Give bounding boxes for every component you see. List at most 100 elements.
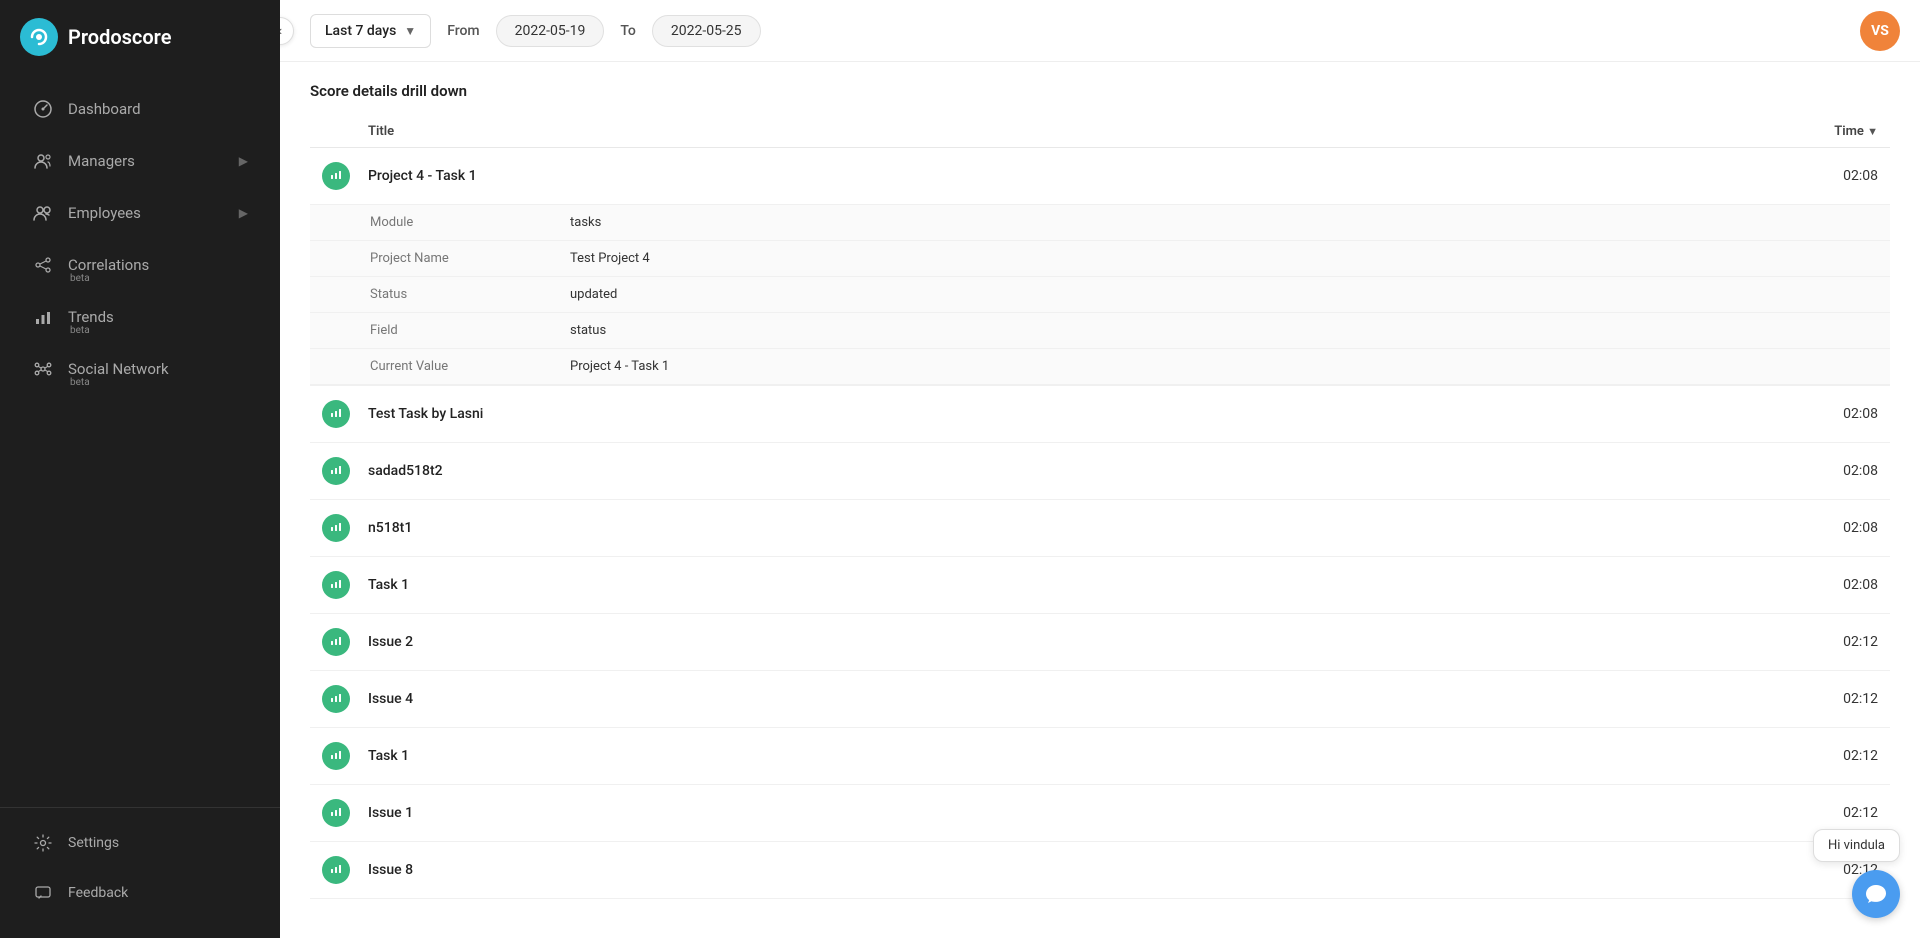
score-table: Title Time ▼ xyxy=(310,116,1890,899)
task-icon xyxy=(322,856,350,884)
sidebar-item-settings-label: Settings xyxy=(68,835,119,851)
task-icon xyxy=(322,400,350,428)
sidebar-item-dashboard-label: Dashboard xyxy=(68,100,141,118)
sidebar: Prodoscore Dashboard xyxy=(0,0,280,938)
detail-value: Test Project 4 xyxy=(510,241,1890,277)
sidebar-item-trends[interactable]: Trends beta xyxy=(8,292,272,342)
sidebar-item-trends-label: Trends xyxy=(68,308,114,326)
user-initials: VS xyxy=(1871,23,1889,39)
table-row[interactable]: n518t1 02:08 xyxy=(310,500,1890,557)
task-icon xyxy=(322,162,350,190)
row-time: 02:08 xyxy=(1388,443,1890,500)
sidebar-nav: Dashboard Managers ▶ xyxy=(0,74,280,807)
row-time: 02:12 xyxy=(1388,728,1890,785)
task-icon xyxy=(322,742,350,770)
task-icon xyxy=(322,457,350,485)
content-area: Score details drill down Title Time ▼ xyxy=(280,62,1920,938)
sidebar-item-employees[interactable]: Employees ▶ xyxy=(8,188,272,238)
task-icon xyxy=(322,628,350,656)
col-time-label: Time xyxy=(1834,124,1864,139)
row-title: Issue 8 xyxy=(356,842,1388,899)
col-title-header: Title xyxy=(356,116,1388,148)
detail-label: Status xyxy=(310,277,510,313)
from-label: From xyxy=(447,23,479,39)
row-title: n518t1 xyxy=(356,500,1388,557)
chat-widget: Hi vindula xyxy=(1813,829,1900,918)
sidebar-item-social-network[interactable]: Social Network beta xyxy=(8,344,272,394)
topbar: ‹ Last 7 days ▼ From 2022-05-19 To 2022-… xyxy=(280,0,1920,62)
topbar-right: VS xyxy=(1860,11,1900,51)
detail-value: tasks xyxy=(510,205,1890,241)
date-range-label: Last 7 days xyxy=(325,23,396,39)
prodoscore-logo-icon xyxy=(20,18,58,56)
row-title: Issue 1 xyxy=(356,785,1388,842)
from-date-value: 2022-05-19 xyxy=(515,23,586,39)
table-header: Title Time ▼ xyxy=(310,116,1890,148)
col-title-label: Title xyxy=(368,124,394,139)
row-title: Project 4 - Task 1 xyxy=(356,148,1388,205)
sidebar-item-social-network-label: Social Network xyxy=(68,360,169,378)
detail-item: Current Value Project 4 - Task 1 xyxy=(310,349,1890,385)
row-title: sadad518t2 xyxy=(356,443,1388,500)
table-row[interactable]: Test Task by Lasni 02:08 xyxy=(310,386,1890,443)
row-icon-cell xyxy=(310,671,356,728)
row-icon-cell xyxy=(310,148,356,205)
detail-label: Field xyxy=(310,313,510,349)
date-range-chevron-icon: ▼ xyxy=(404,24,416,38)
table-row[interactable]: Task 1 02:12 xyxy=(310,728,1890,785)
col-time-header: Time ▼ xyxy=(1388,116,1890,148)
chat-button[interactable] xyxy=(1852,870,1900,918)
sidebar-item-managers-label: Managers xyxy=(68,152,135,170)
trends-beta-label: beta xyxy=(70,325,90,336)
managers-arrow-icon: ▶ xyxy=(239,154,248,168)
settings-icon xyxy=(32,832,54,854)
time-sort-icon: ▼ xyxy=(1867,125,1878,138)
table-row[interactable]: sadad518t2 02:08 xyxy=(310,443,1890,500)
user-avatar[interactable]: VS xyxy=(1860,11,1900,51)
to-date-picker[interactable]: 2022-05-25 xyxy=(652,15,761,47)
date-range-selector[interactable]: Last 7 days ▼ xyxy=(310,14,431,48)
detail-item: Status updated xyxy=(310,277,1890,313)
row-time: 02:08 xyxy=(1388,557,1890,614)
detail-label: Module xyxy=(310,205,510,241)
drill-down-title: Score details drill down xyxy=(310,82,1890,100)
table-row[interactable]: Issue 4 02:12 xyxy=(310,671,1890,728)
row-icon-cell xyxy=(310,500,356,557)
row-time: 02:08 xyxy=(1388,386,1890,443)
row-time: 02:08 xyxy=(1388,148,1890,205)
table-detail-row: Module tasks Project Name Test Project 4… xyxy=(310,205,1890,386)
row-icon-cell xyxy=(310,785,356,842)
sidebar-collapse-button[interactable]: ‹ xyxy=(280,17,294,45)
correlations-icon xyxy=(32,254,54,276)
table-row[interactable]: Task 1 02:08 xyxy=(310,557,1890,614)
chat-bubble: Hi vindula xyxy=(1813,829,1900,862)
social-network-beta-label: beta xyxy=(70,377,90,388)
sidebar-item-correlations[interactable]: Correlations beta xyxy=(8,240,272,290)
from-date-picker[interactable]: 2022-05-19 xyxy=(496,15,605,47)
detail-label: Current Value xyxy=(310,349,510,385)
sidebar-item-feedback[interactable]: Feedback xyxy=(8,868,272,918)
sidebar-item-dashboard[interactable]: Dashboard xyxy=(8,84,272,134)
sidebar-item-settings[interactable]: Settings xyxy=(8,818,272,868)
row-title: Task 1 xyxy=(356,557,1388,614)
main-area: ‹ Last 7 days ▼ From 2022-05-19 To 2022-… xyxy=(280,0,1920,938)
managers-icon xyxy=(32,150,54,172)
row-title: Issue 4 xyxy=(356,671,1388,728)
table-row[interactable]: Issue 1 02:12 xyxy=(310,785,1890,842)
row-icon-cell xyxy=(310,386,356,443)
row-time: 02:12 xyxy=(1388,614,1890,671)
task-icon xyxy=(322,514,350,542)
row-icon-cell xyxy=(310,728,356,785)
detail-item: Field status xyxy=(310,313,1890,349)
table-row[interactable]: Project 4 - Task 1 02:08 xyxy=(310,148,1890,205)
task-icon xyxy=(322,799,350,827)
table-row[interactable]: Issue 8 02:12 xyxy=(310,842,1890,899)
table-row[interactable]: Issue 2 02:12 xyxy=(310,614,1890,671)
row-icon-cell xyxy=(310,557,356,614)
task-icon xyxy=(322,571,350,599)
employees-arrow-icon: ▶ xyxy=(239,206,248,220)
row-icon-cell xyxy=(310,842,356,899)
row-icon-cell xyxy=(310,443,356,500)
sidebar-item-managers[interactable]: Managers ▶ xyxy=(8,136,272,186)
dashboard-icon xyxy=(32,98,54,120)
